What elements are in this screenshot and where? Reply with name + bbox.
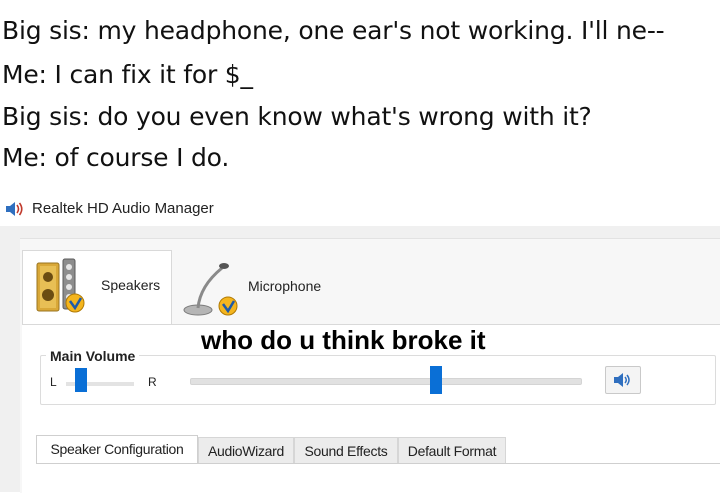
tab-speakers-label: Speakers	[101, 277, 161, 293]
speaker-icon	[4, 200, 26, 218]
balance-left-label: L	[50, 375, 57, 389]
speakers-device-icon	[35, 255, 97, 322]
caption-line-2: Me: I can fix it for $_	[2, 60, 253, 89]
speaker-volume-icon	[612, 371, 634, 394]
balance-right-label: R	[148, 375, 157, 389]
window-title: Realtek HD Audio Manager	[32, 200, 214, 217]
window-titlebar: Realtek HD Audio Manager	[0, 188, 720, 226]
microphone-device-icon	[182, 256, 244, 323]
tab-microphone-label: Microphone	[248, 278, 322, 294]
meme-caption: Big sis: my headphone, one ear's not wor…	[0, 0, 720, 188]
balance-slider-thumb[interactable]	[75, 368, 87, 392]
overlay-caption: who do u think broke it	[201, 325, 486, 355]
caption-line-1: Big sis: my headphone, one ear's not wor…	[2, 16, 665, 45]
main-volume-label: Main Volume	[46, 348, 140, 364]
volume-slider-thumb[interactable]	[430, 366, 442, 394]
tab-default-format[interactable]: Default Format	[398, 437, 506, 465]
tab-audiowizard[interactable]: AudioWizard	[198, 437, 294, 465]
tab-speaker-configuration[interactable]: Speaker Configuration	[36, 435, 198, 464]
caption-line-3: Big sis: do you even know what's wrong w…	[2, 102, 592, 131]
settings-panel	[36, 463, 720, 493]
mute-button[interactable]	[605, 366, 641, 394]
tab-microphone[interactable]: Microphone	[172, 250, 326, 325]
volume-slider-track[interactable]	[190, 378, 582, 385]
caption-line-4: Me: of course I do.	[2, 143, 230, 172]
tab-sound-effects[interactable]: Sound Effects	[294, 437, 398, 465]
tab-speakers[interactable]: Speakers	[22, 250, 172, 326]
